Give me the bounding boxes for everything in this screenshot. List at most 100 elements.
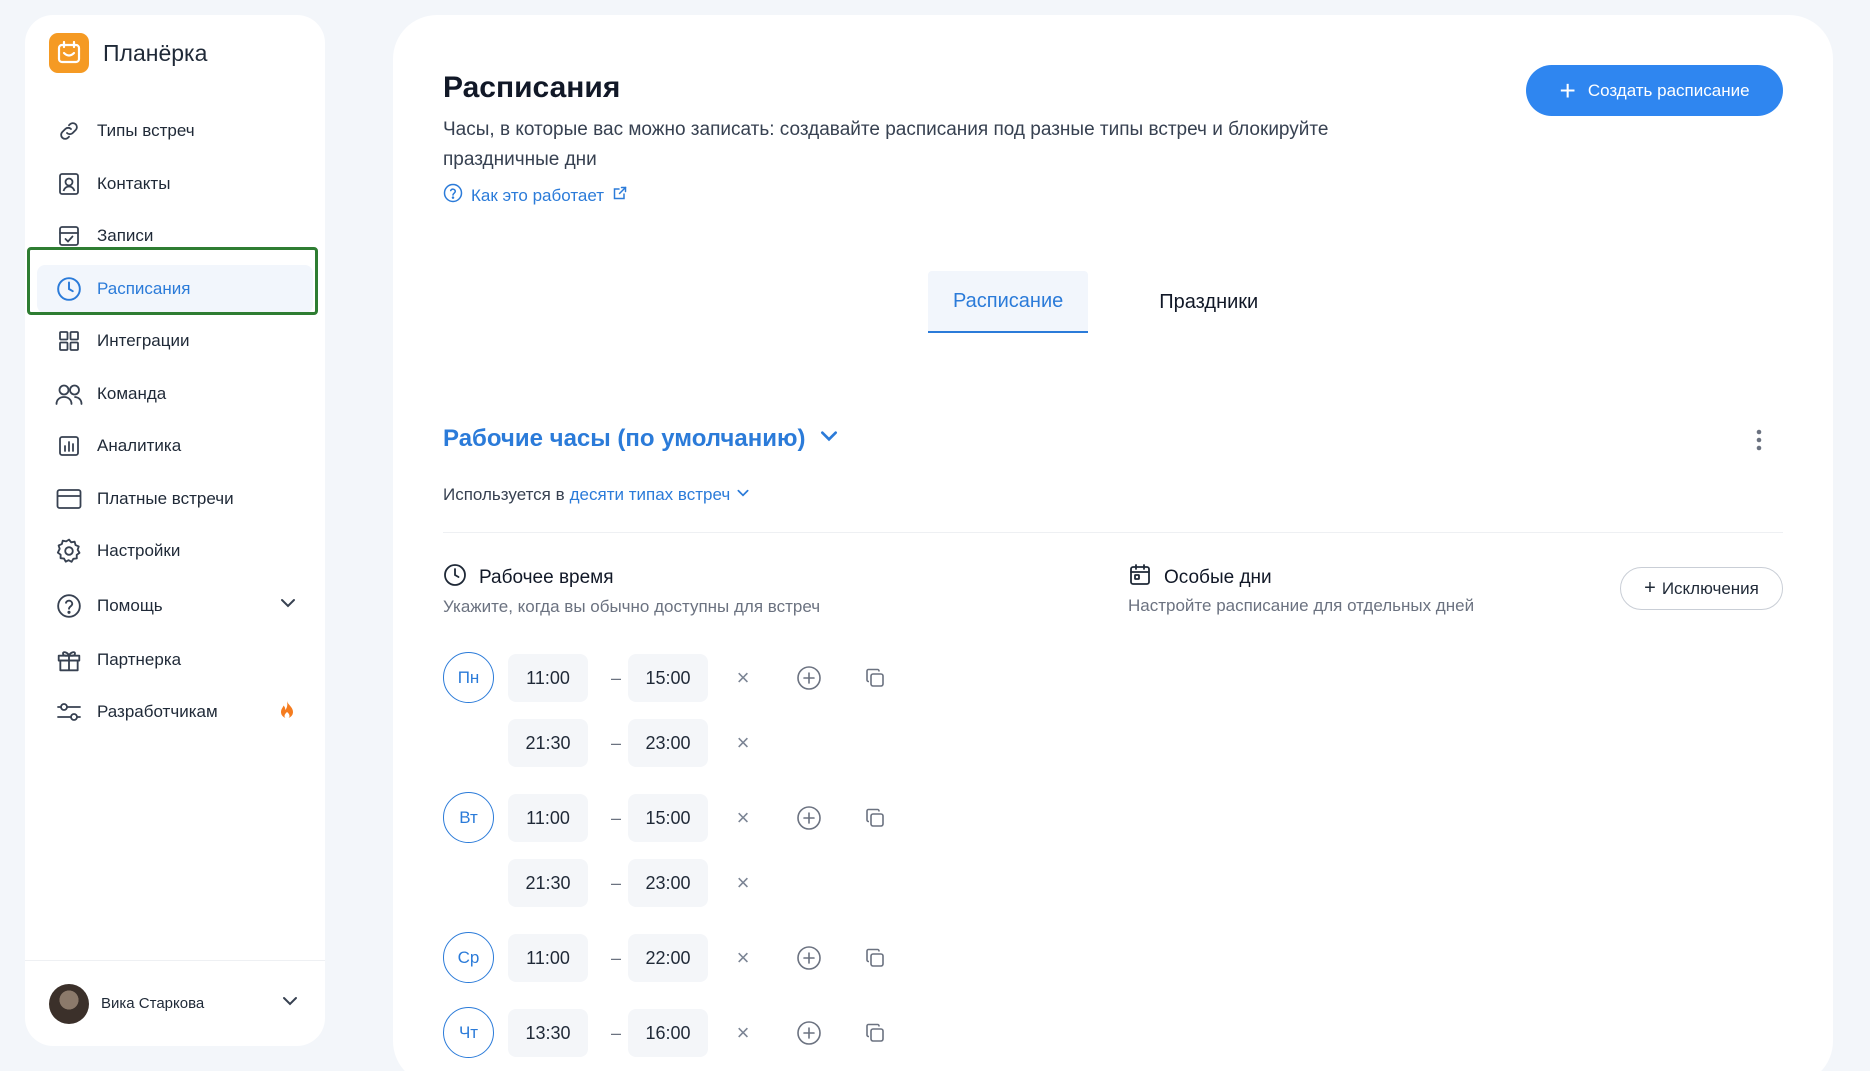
sidebar-item-label: Контакты <box>97 173 171 193</box>
time-from-input[interactable]: 21:30 <box>508 719 588 767</box>
sidebar-item-developers[interactable]: Разработчикам <box>25 686 325 739</box>
remove-slot-icon[interactable]: × <box>728 1009 758 1057</box>
time-to-input[interactable]: 15:00 <box>628 794 708 842</box>
sidebar-item-integrations[interactable]: Интеграции <box>25 315 325 368</box>
time-separator: – <box>610 947 621 968</box>
calendar-check-icon <box>55 222 83 250</box>
sidebar-item-contacts[interactable]: Контакты <box>25 158 325 211</box>
sidebar-item-label: Разработчикам <box>97 702 218 722</box>
copy-slots-icon[interactable] <box>860 1009 890 1057</box>
sidebar-item-meeting-types[interactable]: Типы встреч <box>25 105 325 158</box>
used-in-prefix: Используется в <box>443 485 565 504</box>
time-from-input[interactable]: 11:00 <box>508 654 588 702</box>
planerka-logo-icon <box>49 33 89 73</box>
time-to-input[interactable]: 22:00 <box>628 934 708 982</box>
sidebar-item-label: Партнерка <box>97 649 182 669</box>
working-time-title: Рабочее время <box>479 567 614 588</box>
grid-icon <box>55 327 83 355</box>
sidebar-item-schedules[interactable]: Расписания <box>25 263 325 316</box>
time-to-input[interactable]: 15:00 <box>628 654 708 702</box>
page-title: Расписания <box>443 71 621 104</box>
sidebar-item-label: Платные встречи <box>97 488 234 508</box>
day-badge-thursday[interactable]: Чт <box>443 1007 494 1058</box>
avatar <box>49 983 89 1024</box>
add-slot-icon[interactable] <box>794 934 824 982</box>
remove-slot-icon[interactable]: × <box>728 654 758 702</box>
sidebar-item-label: Интеграции <box>97 331 190 351</box>
sidebar-item-help[interactable]: Помощь <box>25 578 325 634</box>
remove-slot-icon[interactable]: × <box>728 934 758 982</box>
app-name: Планёрка <box>103 39 208 66</box>
sidebar-item-label: Типы встреч <box>97 121 195 141</box>
clock-icon <box>443 563 467 593</box>
users-icon <box>55 380 83 408</box>
add-slot-icon[interactable] <box>794 1009 824 1057</box>
plus-icon: + <box>1644 577 1656 599</box>
time-separator: – <box>610 807 621 828</box>
sidebar-item-label: Помощь <box>97 595 163 615</box>
day-badge-wednesday[interactable]: Ср <box>443 932 494 983</box>
time-from-input[interactable]: 21:30 <box>508 859 588 907</box>
user-profile[interactable]: Вика Старкова <box>25 960 325 1046</box>
remove-slot-icon[interactable]: × <box>728 794 758 842</box>
copy-slots-icon[interactable] <box>860 794 890 842</box>
exceptions-label: Исключения <box>1661 578 1759 598</box>
add-slot-icon[interactable] <box>794 654 824 702</box>
sidebar-item-label: Команда <box>97 383 167 403</box>
exceptions-button[interactable]: + Исключения <box>1620 567 1783 610</box>
how-it-works-link[interactable]: Как это работает <box>443 183 628 208</box>
sidebar-item-settings[interactable]: Настройки <box>25 525 325 578</box>
chevron-down-icon[interactable] <box>736 485 750 505</box>
remove-slot-icon[interactable]: × <box>728 719 758 767</box>
calendar-icon <box>1128 563 1152 593</box>
page-description: Часы, в которые вас можно записать: созд… <box>443 119 1329 170</box>
time-from-input[interactable]: 11:00 <box>508 794 588 842</box>
time-to-input[interactable]: 23:00 <box>628 859 708 907</box>
schedule-name-dropdown[interactable]: Рабочие часы (по умолчанию) <box>443 425 839 453</box>
clock-icon <box>55 275 83 303</box>
sidebar-item-bookings[interactable]: Записи <box>25 210 325 263</box>
day-badge-monday[interactable]: Пн <box>443 652 494 703</box>
special-days-title: Особые дни <box>1164 567 1272 588</box>
tab-holidays[interactable]: Праздники <box>1134 271 1283 333</box>
sidebar-item-team[interactable]: Команда <box>25 368 325 421</box>
time-separator: – <box>610 732 621 753</box>
schedule-name: Рабочие часы (по умолчанию) <box>443 425 806 452</box>
more-options-icon[interactable] <box>1755 428 1763 457</box>
copy-slots-icon[interactable] <box>860 934 890 982</box>
time-separator: – <box>610 667 621 688</box>
time-to-input[interactable]: 23:00 <box>628 719 708 767</box>
add-slot-icon[interactable] <box>794 794 824 842</box>
time-from-input[interactable]: 13:30 <box>508 1009 588 1057</box>
used-in-link[interactable]: десяти типах встреч <box>570 485 731 505</box>
help-link-label: Как это работает <box>471 185 605 205</box>
brand[interactable]: Планёрка <box>49 33 207 73</box>
tabs: Расписание Праздники <box>928 271 1283 333</box>
user-name: Вика Старкова <box>101 995 205 1012</box>
used-in-info: Используется в десяти типах встреч <box>443 485 750 505</box>
sidebar-item-partner[interactable]: Партнерка <box>25 634 325 687</box>
working-time-header: Рабочее время <box>443 563 614 593</box>
working-time-subtitle: Укажите, когда вы обычно доступны для вс… <box>443 597 821 616</box>
copy-slots-icon[interactable] <box>860 654 890 702</box>
time-separator: – <box>610 872 621 893</box>
remove-slot-icon[interactable]: × <box>728 859 758 907</box>
time-from-input[interactable]: 11:00 <box>508 934 588 982</box>
chevron-down-icon[interactable] <box>279 594 297 617</box>
create-schedule-button[interactable]: + Создать расписание <box>1526 65 1783 116</box>
sidebar: Планёрка Типы встреч Контакты Записи Рас… <box>25 15 325 1046</box>
question-circle-icon <box>443 183 463 208</box>
sidebar-item-paid-meetings[interactable]: Платные встречи <box>25 473 325 526</box>
tab-schedule[interactable]: Расписание <box>928 271 1089 333</box>
sidebar-item-label: Записи <box>97 226 154 246</box>
time-to-input[interactable]: 16:00 <box>628 1009 708 1057</box>
plus-icon: + <box>1559 74 1576 106</box>
day-badge-tuesday[interactable]: Вт <box>443 792 494 843</box>
time-separator: – <box>610 1022 621 1043</box>
help-icon <box>55 592 83 620</box>
gift-icon <box>55 646 83 674</box>
sidebar-item-analytics[interactable]: Аналитика <box>25 420 325 473</box>
chevron-down-icon[interactable] <box>281 992 299 1015</box>
sidebar-item-label: Аналитика <box>97 436 182 456</box>
contact-icon <box>55 170 83 198</box>
